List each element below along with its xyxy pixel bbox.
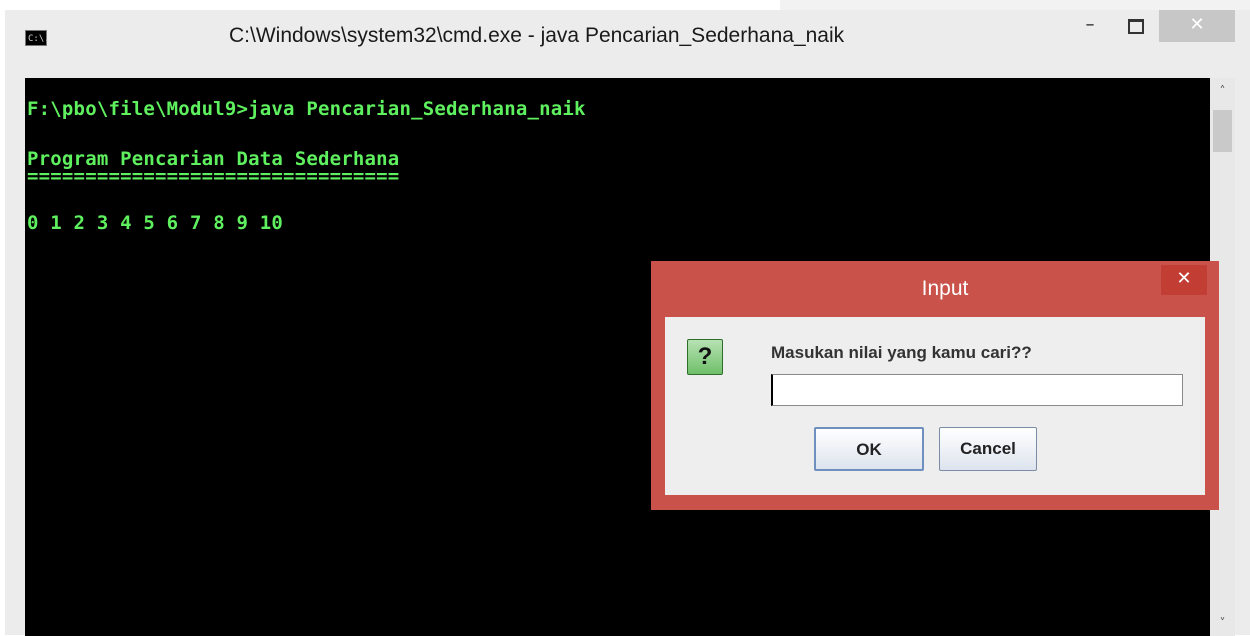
close-icon: ✕	[1176, 268, 1192, 289]
console-line-data: 0 1 2 3 4 5 6 7 8 9 10	[27, 212, 284, 234]
dialog-body: ? Masukan nilai yang kamu cari?? OK Canc…	[665, 317, 1205, 495]
dialog-close-button[interactable]: ✕	[1161, 265, 1207, 295]
maximize-icon	[1128, 19, 1144, 34]
minimize-button[interactable]: –	[1067, 10, 1113, 42]
cmd-titlebar[interactable]: C:\. C:\Windows\system32\cmd.exe - java …	[5, 10, 1250, 70]
scroll-down-icon[interactable]: ˅	[1210, 612, 1235, 634]
maximize-button[interactable]	[1113, 10, 1159, 42]
cmd-app-icon[interactable]: C:\.	[25, 30, 50, 46]
background-window-edge	[780, 0, 1250, 10]
close-button[interactable]: ✕	[1159, 10, 1235, 42]
close-icon: ✕	[1189, 14, 1205, 35]
scroll-thumb[interactable]	[1213, 110, 1232, 152]
input-dialog: Input ✕ ? Masukan nilai yang kamu cari??…	[651, 261, 1219, 510]
question-icon: ?	[687, 339, 723, 375]
console-line-command: F:\pbo\file\Modul9>java Pencarian_Sederh…	[27, 98, 586, 120]
value-input[interactable]	[771, 374, 1183, 406]
console-line-separator: ================================	[27, 165, 400, 187]
window-title: C:\Windows\system32\cmd.exe - java Penca…	[229, 24, 845, 47]
dialog-title[interactable]: Input	[651, 261, 1219, 317]
minimize-icon: –	[1085, 14, 1095, 35]
scroll-up-icon[interactable]: ˄	[1210, 80, 1235, 102]
cancel-button[interactable]: Cancel	[939, 427, 1037, 471]
dialog-prompt: Masukan nilai yang kamu cari??	[771, 343, 1032, 362]
ok-button[interactable]: OK	[814, 427, 924, 471]
